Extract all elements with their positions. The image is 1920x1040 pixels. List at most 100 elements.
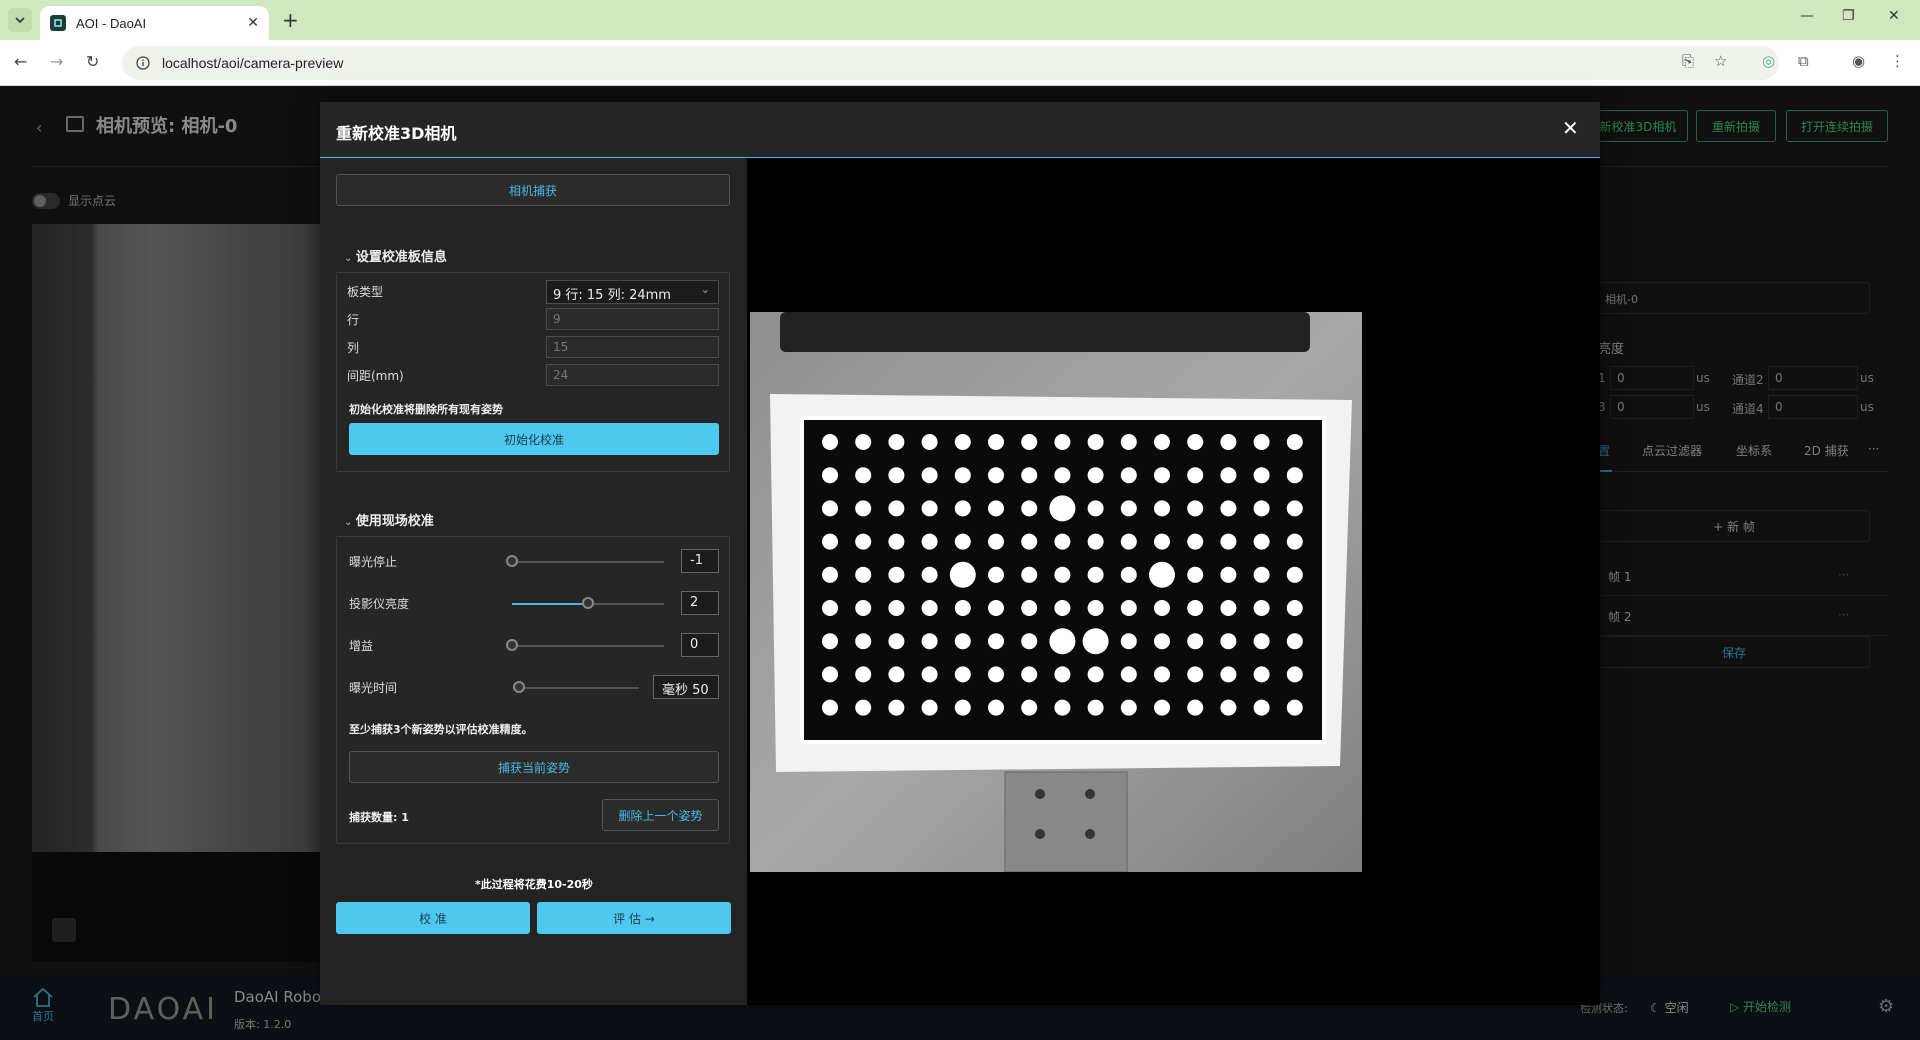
delete-last-pose-button[interactable]: 删除上一个姿势 <box>602 799 719 831</box>
exposure-stop-slider[interactable] <box>512 561 664 563</box>
calibration-dot <box>822 467 838 484</box>
address-bar[interactable]: localhost/aoi/camera-preview <box>122 46 1779 80</box>
cols-label: 列 <box>347 341 360 355</box>
slider-thumb[interactable] <box>582 597 594 609</box>
calibration-dot <box>888 699 905 716</box>
calibration-dot <box>1286 566 1303 583</box>
calibration-dot <box>1154 699 1170 716</box>
calibration-dot <box>988 566 1004 583</box>
calibration-dot <box>888 500 905 517</box>
calibration-dot <box>1220 699 1237 716</box>
projector-brightness-input[interactable]: 2 <box>681 591 719 615</box>
calibration-dot <box>954 600 971 616</box>
calibration-dot <box>921 699 938 716</box>
profile-icon[interactable]: ◉ <box>1852 52 1865 70</box>
calibration-dot <box>1021 467 1038 484</box>
gain-slider[interactable] <box>512 645 664 647</box>
close-window-icon[interactable]: ✕ <box>1888 8 1900 24</box>
board-type-select[interactable]: 9 行: 15 列: 24mm ⌄ <box>546 280 719 304</box>
mount-plate <box>1004 771 1128 872</box>
forward-arrow-icon[interactable]: → <box>50 52 63 71</box>
extension-icon[interactable]: ◎ <box>1762 52 1775 70</box>
calibration-dot <box>1253 666 1270 683</box>
exposure-time-input[interactable]: 毫秒 50 <box>653 675 719 699</box>
modal-title: 重新校准3D相机 <box>336 124 457 143</box>
calibration-dot <box>1187 533 1204 550</box>
close-tab-icon[interactable]: ✕ <box>247 15 259 31</box>
calibrate-button[interactable]: 校 准 <box>336 902 530 934</box>
bookmark-star-icon[interactable]: ☆ <box>1714 52 1727 70</box>
calibration-dot <box>888 533 905 550</box>
calibration-marker-dot <box>1149 561 1175 588</box>
calibration-dot <box>1054 533 1071 550</box>
site-info-icon[interactable] <box>136 56 150 70</box>
init-calibration-button[interactable]: 初始化校准 <box>349 423 719 455</box>
calibration-dot <box>921 500 938 517</box>
calibration-dot <box>954 533 971 550</box>
slider-thumb[interactable] <box>513 681 525 693</box>
exposure-stop-input[interactable]: -1 <box>681 549 719 573</box>
chevron-down-icon: ⌄ <box>344 517 356 528</box>
slider-thumb[interactable] <box>506 639 518 651</box>
calibration-dot <box>1154 533 1170 550</box>
calibration-dot <box>1087 533 1104 550</box>
board-type-label: 板类型 <box>347 285 384 299</box>
field-section-header[interactable]: ⌄ 使用现场校准 <box>344 510 434 529</box>
cols-field[interactable]: 15 <box>546 336 719 358</box>
calibration-dot <box>921 533 938 550</box>
capture-pose-button[interactable]: 捕获当前姿势 <box>349 751 719 783</box>
calibration-dot <box>1120 434 1137 450</box>
calibration-dot <box>822 566 838 583</box>
calibration-dot <box>954 467 971 484</box>
minimize-icon[interactable]: — <box>1800 8 1814 24</box>
spacing-field[interactable]: 24 <box>546 364 719 386</box>
new-tab-icon[interactable]: + <box>282 8 299 32</box>
calibration-dot <box>855 467 872 484</box>
extensions-puzzle-icon[interactable]: ⧉ <box>1798 52 1809 70</box>
install-app-icon[interactable]: ⎘ <box>1682 52 1694 70</box>
calibration-dot <box>888 633 905 650</box>
calibration-dot <box>1286 600 1303 616</box>
calibration-dot <box>855 600 872 616</box>
calibration-dot <box>1120 633 1137 650</box>
calibration-marker-dot <box>949 561 976 588</box>
calibration-dot <box>1253 600 1270 616</box>
calibration-dot <box>1187 666 1204 683</box>
calibration-dot <box>1253 500 1270 517</box>
camera-capture-button[interactable]: 相机捕获 <box>336 174 730 206</box>
calibration-dot <box>988 500 1004 517</box>
board-section-header[interactable]: ⌄ 设置校准板信息 <box>344 246 447 265</box>
calibration-dot <box>1220 467 1237 484</box>
calibration-dot <box>954 699 971 716</box>
calibration-dot <box>988 434 1004 450</box>
reload-icon[interactable]: ↻ <box>86 52 99 71</box>
gain-input[interactable]: 0 <box>681 633 719 657</box>
calibration-dot <box>1286 533 1303 550</box>
calibration-dot <box>1087 600 1104 616</box>
browser-tabbar: AOI - DaoAI ✕ + — ❐ ✕ <box>0 0 1920 40</box>
calibration-dot <box>1286 500 1303 517</box>
back-arrow-icon[interactable]: ← <box>14 52 27 71</box>
pose-hint: 至少捕获3个新姿势以评估校准精度。 <box>349 723 533 736</box>
rows-field[interactable]: 9 <box>546 308 719 330</box>
calibration-dot <box>1253 434 1270 450</box>
camera-housing <box>780 312 1310 352</box>
slider-thumb[interactable] <box>506 555 518 567</box>
calibration-dot <box>1286 666 1303 683</box>
calibration-dot <box>1087 434 1104 450</box>
close-icon[interactable]: ✕ <box>1562 116 1579 140</box>
restore-icon[interactable]: ❐ <box>1842 8 1855 24</box>
exposure-time-slider[interactable] <box>519 687 639 689</box>
browser-menu-icon[interactable]: ⋮ <box>1890 52 1905 70</box>
browser-tab[interactable]: AOI - DaoAI ✕ <box>40 6 269 40</box>
chevron-down-icon <box>15 17 25 24</box>
calibration-dot <box>1220 633 1237 650</box>
calibration-dot <box>1087 500 1104 517</box>
calibration-dot <box>822 699 838 716</box>
calibration-dot <box>988 633 1004 650</box>
calibration-dot <box>855 566 872 583</box>
tab-list-button[interactable] <box>8 8 32 32</box>
tab-title: AOI - DaoAI <box>76 15 147 31</box>
evaluate-button[interactable]: 评 估 → <box>537 902 731 934</box>
calibration-dot <box>1120 467 1137 484</box>
